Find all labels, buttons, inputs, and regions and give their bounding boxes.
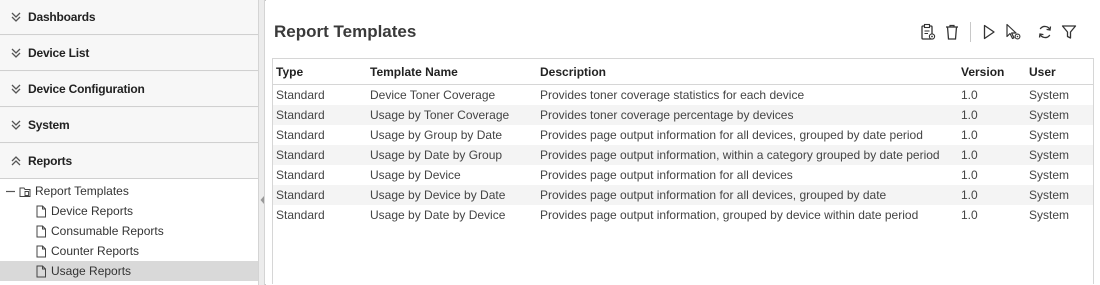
cursor-settings-icon[interactable] — [1001, 21, 1025, 43]
cell-template-name: Usage by Date by Device — [370, 208, 506, 222]
cell-type: Standard — [276, 88, 325, 102]
tree-item-label: Consumable Reports — [51, 224, 164, 238]
column-header-template-name[interactable]: Template Name — [370, 65, 458, 79]
page-title: Report Templates — [274, 22, 417, 41]
cell-type: Standard — [276, 208, 325, 222]
tree-item-counter-reports[interactable]: Counter Reports — [0, 241, 258, 261]
cell-description: Provides toner coverage percentage by de… — [540, 108, 794, 122]
collapse-arrow-icon[interactable] — [260, 193, 264, 205]
toolbar-separator — [970, 22, 971, 42]
cell-user: System — [1029, 188, 1070, 202]
cell-version: 1.0 — [961, 208, 978, 222]
tree-item-usage-reports[interactable]: Usage Reports — [0, 261, 258, 281]
sidebar-section-reports[interactable]: Reports — [0, 144, 258, 179]
cell-version: 1.0 — [961, 128, 978, 142]
document-icon — [35, 245, 47, 258]
sidebar-section-device-configuration[interactable]: Device Configuration — [0, 72, 258, 107]
double-chevron-down-icon — [10, 47, 22, 59]
tree-item-label: Usage Reports — [51, 264, 132, 278]
filter-icon[interactable] — [1057, 21, 1081, 43]
column-header-version[interactable]: Version — [961, 65, 1004, 79]
double-chevron-down-icon — [10, 83, 22, 95]
sidebar-section-label: Device Configuration — [28, 82, 145, 96]
cell-version: 1.0 — [961, 108, 978, 122]
panel-splitter[interactable] — [259, 0, 265, 285]
document-icon — [35, 225, 47, 238]
double-chevron-down-icon — [10, 11, 22, 23]
table-row[interactable]: Standard Usage by Device by Date Provide… — [273, 185, 1093, 205]
table-row[interactable]: Standard Usage by Toner Coverage Provide… — [273, 105, 1093, 125]
table-row[interactable]: Standard Usage by Device Provides page o… — [273, 165, 1093, 185]
cell-type: Standard — [276, 128, 325, 142]
cell-type: Standard — [276, 168, 325, 182]
collapse-toggle-icon[interactable] — [5, 185, 17, 198]
tree-item-device-reports[interactable]: Device Reports — [0, 201, 258, 221]
cell-type: Standard — [276, 188, 325, 202]
sidebar-section-label: System — [28, 118, 70, 132]
cell-description: Provides page output information, within… — [540, 148, 940, 162]
table-row[interactable]: Standard Usage by Date by Group Provides… — [273, 145, 1093, 165]
sidebar-section-dashboards[interactable]: Dashboards — [0, 0, 258, 35]
sidebar-section-label: Dashboards — [28, 10, 96, 24]
cell-template-name: Usage by Group by Date — [370, 128, 503, 142]
cell-description: Provides page output information for all… — [540, 168, 793, 182]
column-header-description[interactable]: Description — [540, 65, 606, 79]
sidebar-section-device-list[interactable]: Device List — [0, 36, 258, 71]
cell-type: Standard — [276, 148, 325, 162]
cell-type: Standard — [276, 108, 325, 122]
cell-description: Provides page output information for all… — [540, 188, 887, 202]
main-panel: Report Templates Type Template Name Desc… — [266, 0, 1100, 285]
sidebar-section-label: Reports — [28, 154, 72, 168]
double-chevron-up-icon — [10, 155, 22, 167]
toolbar — [916, 20, 1081, 44]
trash-icon[interactable] — [940, 21, 964, 43]
refresh-icon[interactable] — [1033, 21, 1057, 43]
tree-item-label: Counter Reports — [51, 244, 140, 258]
document-icon — [35, 205, 47, 218]
cell-description: Provides page output information for all… — [540, 128, 923, 142]
tree-item-report-templates[interactable]: Report Templates — [0, 181, 258, 201]
sidebar-section-label: Device List — [28, 46, 90, 60]
column-header-type[interactable]: Type — [276, 65, 303, 79]
reports-tree: Report Templates Device Reports Consumab… — [0, 179, 258, 285]
table-row[interactable]: Standard Device Toner Coverage Provides … — [273, 85, 1093, 105]
sidebar-section-system[interactable]: System — [0, 108, 258, 143]
cell-template-name: Device Toner Coverage — [370, 88, 496, 102]
cell-version: 1.0 — [961, 88, 978, 102]
cell-version: 1.0 — [961, 168, 978, 182]
cell-template-name: Usage by Device — [370, 168, 461, 182]
cell-user: System — [1029, 128, 1070, 142]
table-row[interactable]: Standard Usage by Date by Device Provide… — [273, 205, 1093, 225]
cell-template-name: Usage by Device by Date — [370, 188, 506, 202]
folder-document-icon — [19, 185, 31, 198]
cell-template-name: Usage by Date by Group — [370, 148, 503, 162]
table-header: Type Template Name Description Version U… — [273, 59, 1093, 85]
cell-version: 1.0 — [961, 148, 978, 162]
tree-item-consumable-reports[interactable]: Consumable Reports — [0, 221, 258, 241]
double-chevron-down-icon — [10, 119, 22, 131]
play-icon[interactable] — [977, 21, 1001, 43]
sidebar: Dashboards Device List Device Configurat… — [0, 0, 259, 285]
cell-description: Provides page output information, groupe… — [540, 208, 919, 222]
cell-template-name: Usage by Toner Coverage — [370, 108, 510, 122]
cell-user: System — [1029, 148, 1070, 162]
cell-user: System — [1029, 168, 1070, 182]
tree-item-label: Report Templates — [35, 184, 129, 198]
cell-user: System — [1029, 88, 1070, 102]
tree-item-label: Device Reports — [51, 204, 134, 218]
cell-version: 1.0 — [961, 188, 978, 202]
clipboard-settings-icon[interactable] — [916, 21, 940, 43]
document-icon — [35, 265, 47, 278]
cell-user: System — [1029, 208, 1070, 222]
report-templates-table: Type Template Name Description Version U… — [272, 58, 1094, 284]
cell-description: Provides toner coverage statistics for e… — [540, 88, 805, 102]
table-row[interactable]: Standard Usage by Group by Date Provides… — [273, 125, 1093, 145]
cell-user: System — [1029, 108, 1070, 122]
column-header-user[interactable]: User — [1029, 65, 1056, 79]
